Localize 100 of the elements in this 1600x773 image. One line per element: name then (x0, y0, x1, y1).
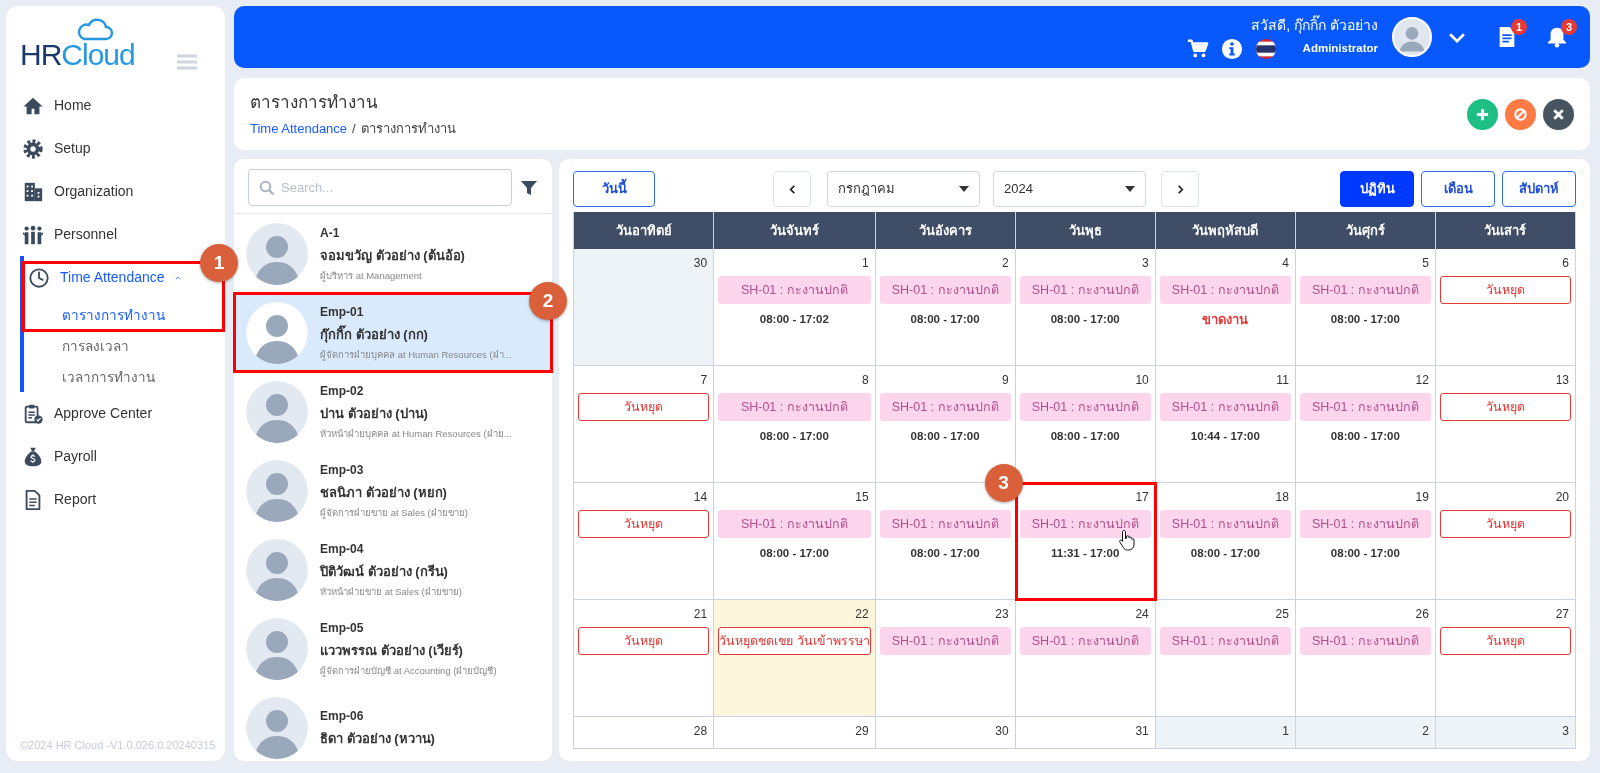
employee-item[interactable]: Emp-03 ชลนิภา ตัวอย่าง (หยก) ผู้จัดการฝ่ายขาย at Sales (ฝ่ายขาย) (234, 451, 552, 530)
shift-tag[interactable]: SH-01 : กะงานปกติ (1299, 510, 1431, 538)
absent-label: ขาดงาน (1202, 311, 1249, 329)
flag-icon[interactable] (1254, 37, 1277, 60)
nav-item[interactable]: Payroll (6, 441, 225, 472)
day-cell[interactable]: 4 SH-01 : กะงานปกติ ขาดงาน (1155, 249, 1296, 366)
submenu-item[interactable]: การลงเวลา (24, 330, 225, 361)
day-cell[interactable]: 24 SH-01 : กะงานปกติ (1015, 600, 1156, 717)
work-time: 08:00 - 17:00 (1330, 312, 1400, 327)
day-cell[interactable]: 7 วันหยุด (574, 366, 715, 483)
shift-tag[interactable]: SH-01 : กะงานปกติ (1299, 627, 1431, 655)
info-icon[interactable] (1220, 37, 1243, 60)
shift-tag[interactable]: SH-01 : กะงานปกติ (718, 510, 871, 538)
month-dropdown[interactable]: กรกฎาคม (827, 171, 980, 207)
employee-item[interactable]: Emp-04 ปิติวัฒน์ ตัวอย่าง (กรีน) หัวหน้าฝ่ายขาย at Sales (ฝ่ายขาย) (234, 530, 552, 609)
shift-tag[interactable]: SH-01 : กะงานปกติ (1159, 510, 1291, 538)
day-cell[interactable]: 26 SH-01 : กะงานปกติ (1295, 600, 1436, 717)
nav-item[interactable]: Approve Center (6, 398, 225, 429)
shift-tag[interactable]: SH-01 : กะงานปกติ (1019, 393, 1151, 421)
day-cell[interactable]: 21 วันหยุด (574, 600, 715, 717)
day-number: 1 (1282, 723, 1289, 738)
day-cell[interactable]: 30 (574, 249, 715, 366)
day-cell[interactable]: 18 SH-01 : กะงานปกติ 08:00 - 17:00 (1155, 483, 1296, 600)
day-cell[interactable]: 25 SH-01 : กะงานปกติ (1155, 600, 1296, 717)
day-cell[interactable]: 2 SH-01 : กะงานปกติ 08:00 - 17:00 (875, 249, 1016, 366)
day-cell[interactable]: 6 วันหยุด (1435, 249, 1576, 366)
day-cell[interactable]: 19 SH-01 : กะงานปกติ 08:00 - 17:00 (1295, 483, 1436, 600)
nav-item[interactable]: Home (6, 90, 225, 121)
close-button[interactable] (1543, 98, 1574, 130)
day-cell[interactable]: 13 วันหยุด (1435, 366, 1576, 483)
employee-item[interactable]: Emp-02 ปาน ตัวอย่าง (ปาน) หัวหน้าฝ่ายบุคคล at Human Resources (ฝ่าย... (234, 372, 552, 451)
holiday-tag[interactable]: วันหยุด (1439, 276, 1571, 304)
shift-tag[interactable]: SH-01 : กะงานปกติ (1019, 627, 1151, 655)
day-number: 21 (693, 606, 708, 621)
day-cell[interactable]: 11 SH-01 : กะงานปกติ 10:44 - 17:00 (1155, 366, 1296, 483)
day-cell[interactable]: 1 SH-01 : กะงานปกติ 08:00 - 17:02 (714, 249, 876, 366)
holiday-tag[interactable]: วันหยุด (578, 510, 710, 538)
day-cell[interactable]: 3 SH-01 : กะงานปกติ 08:00 - 17:00 (1015, 249, 1156, 366)
holiday-tag[interactable]: วันหยุด (578, 627, 710, 655)
submenu-item[interactable]: เวลาการทำงาน (24, 361, 225, 392)
day-cell[interactable]: 3 (1435, 717, 1576, 748)
holiday-tag[interactable]: วันหยุด (1439, 627, 1571, 655)
day-cell[interactable]: 20 วันหยุด (1435, 483, 1576, 600)
shift-tag[interactable]: SH-01 : กะงานปกติ (879, 393, 1011, 421)
shift-tag[interactable]: SH-01 : กะงานปกติ (1159, 276, 1291, 304)
shift-tag[interactable]: SH-01 : กะงานปกติ (718, 393, 871, 421)
day-cell[interactable]: 17 SH-01 : กะงานปกติ 11:31 - 17:00 (1015, 483, 1156, 600)
day-cell[interactable]: 5 SH-01 : กะงานปกติ 08:00 - 17:00 (1295, 249, 1436, 366)
cancel-button[interactable] (1505, 98, 1536, 130)
breadcrumb-link[interactable]: Time Attendance (250, 121, 348, 136)
day-number: 25 (1275, 606, 1289, 621)
day-cell[interactable]: 1 (1155, 717, 1296, 748)
filter-icon[interactable] (520, 178, 538, 197)
work-time: 08:00 - 17:00 (1330, 546, 1400, 561)
holiday-tag[interactable]: วันหยุด (578, 393, 710, 421)
nav-item[interactable]: Time Attendance (24, 262, 197, 293)
avatar-icon[interactable] (1392, 17, 1432, 57)
weekday-header: วันจันทร์ (714, 212, 876, 249)
shift-tag[interactable]: SH-01 : กะงานปกติ (1299, 393, 1431, 421)
page-title: ตารางการทำงาน (250, 91, 379, 114)
day-cell[interactable]: 27 วันหยุด (1435, 600, 1576, 717)
nav-item[interactable]: Report (6, 484, 225, 515)
shift-tag[interactable]: SH-01 : กะงานปกติ (1019, 510, 1151, 538)
count-badge: 1 (1511, 19, 1527, 35)
shift-tag[interactable]: SH-01 : กะงานปกติ (879, 510, 1011, 538)
shift-tag[interactable]: SH-01 : กะงานปกติ (879, 627, 1011, 655)
day-cell[interactable]: 2 (1295, 717, 1436, 748)
day-cell[interactable]: 15 SH-01 : กะงานปกติ 08:00 - 17:00 (714, 483, 876, 600)
shift-tag[interactable]: SH-01 : กะงานปกติ (1159, 627, 1291, 655)
shift-tag[interactable]: SH-01 : กะงานปกติ (1299, 276, 1431, 304)
bell-icon[interactable] (1546, 26, 1568, 48)
view-tab[interactable]: สัปดาห์ (1502, 171, 1576, 207)
work-time: 08:00 - 17:00 (1190, 546, 1260, 561)
holiday-tag[interactable]: วันหยุดชดเชย วันเข้าพรรษา (718, 627, 871, 655)
avatar-icon (246, 459, 308, 522)
holiday-tag[interactable]: วันหยุด (1439, 510, 1571, 538)
day-cell[interactable]: 22 วันหยุดชดเชย วันเข้าพรรษา (714, 600, 876, 717)
employee-item[interactable]: Emp-05 แววพรรณ ตัวอย่าง (เวียร์) ผู้จัดการฝ่ายบัญชี at Accounting (ฝ่ายบัญชี) (234, 609, 552, 688)
work-time: 08:00 - 17:00 (910, 312, 980, 327)
holiday-tag[interactable]: วันหยุด (1439, 393, 1571, 421)
day-cell[interactable]: 8 SH-01 : กะงานปกติ 08:00 - 17:00 (714, 366, 876, 483)
shift-tag[interactable]: SH-01 : กะงานปกติ (718, 276, 871, 304)
view-tab[interactable]: ปฏิทิน (1340, 171, 1414, 207)
cart-icon[interactable] (1186, 37, 1209, 60)
nav-item[interactable]: Organization (6, 176, 225, 207)
building-icon (22, 180, 44, 203)
shift-tag[interactable]: SH-01 : กะงานปกติ (1159, 393, 1291, 421)
today-button[interactable]: วันนี้ (573, 171, 655, 207)
day-cell[interactable]: 14 วันหยุด (574, 483, 715, 600)
submenu-item[interactable]: ตารางการทำงาน (24, 299, 223, 330)
shift-tag[interactable]: SH-01 : กะงานปกติ (879, 276, 1011, 304)
year-dropdown[interactable]: 2024 (993, 171, 1146, 207)
nav-item[interactable]: Setup (6, 133, 225, 164)
day-cell[interactable]: 12 SH-01 : กะงานปกติ 08:00 - 17:00 (1295, 366, 1436, 483)
employee-item[interactable]: Emp-06 ธิดา ตัวอย่าง (หวาน) (234, 688, 552, 761)
ban-icon (1513, 106, 1528, 122)
shift-tag[interactable]: SH-01 : กะงานปกติ (1019, 276, 1151, 304)
search-field[interactable]: Search... (248, 169, 512, 206)
day-cell[interactable]: 23 SH-01 : กะงานปกติ (875, 600, 1016, 717)
view-tab[interactable]: เดือน (1421, 171, 1495, 207)
